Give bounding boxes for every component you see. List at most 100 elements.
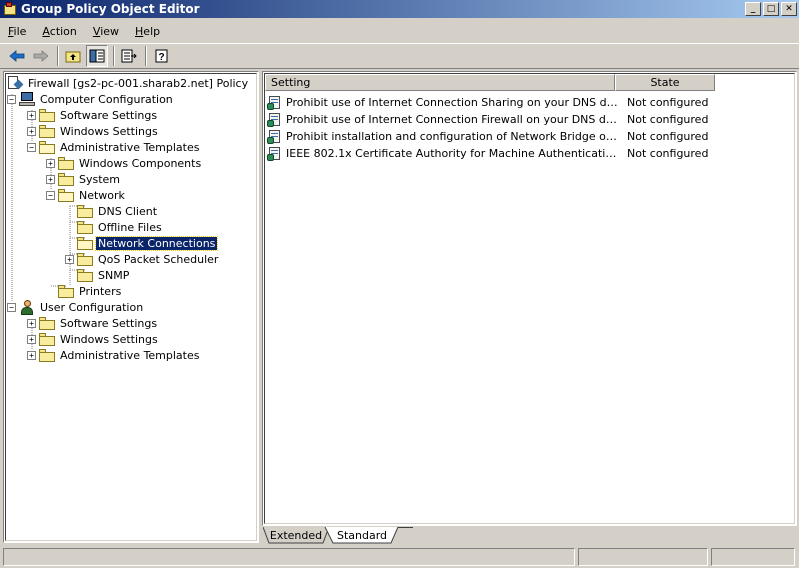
tree-item-printers[interactable]: Printers bbox=[46, 283, 123, 299]
tree-item-user-software-settings[interactable]: + Software Settings bbox=[27, 315, 159, 331]
tree-label: Offline Files bbox=[98, 220, 162, 234]
tree-item-offline-files[interactable]: Offline Files bbox=[65, 219, 164, 235]
user-icon bbox=[19, 299, 35, 315]
policy-setting-icon bbox=[267, 112, 283, 127]
status-panel-3 bbox=[711, 548, 795, 566]
tree-pane[interactable]: Firewall [gs2-pc-001.sharab2.net] Policy… bbox=[3, 71, 259, 543]
forward-arrow-icon bbox=[33, 50, 49, 62]
tree-item-administrative-templates[interactable]: − Administrative Templates bbox=[27, 139, 202, 155]
folder-icon bbox=[58, 156, 74, 170]
svg-text:?: ? bbox=[159, 52, 165, 63]
title-bar[interactable]: Group Policy Object Editor _ □ ✕ bbox=[0, 0, 799, 18]
folder-icon bbox=[58, 172, 74, 186]
tree-item-qos-packet-scheduler[interactable]: + QoS Packet Scheduler bbox=[65, 251, 220, 267]
tab-standard[interactable]: Standard bbox=[329, 527, 395, 544]
tree-item-user-administrative-templates[interactable]: + Administrative Templates bbox=[27, 347, 202, 363]
toolbar-separator bbox=[57, 46, 59, 66]
expand-icon[interactable]: + bbox=[46, 174, 55, 184]
collapse-icon[interactable]: − bbox=[46, 190, 55, 200]
collapse-icon[interactable]: − bbox=[27, 142, 36, 152]
folder-icon bbox=[58, 284, 74, 298]
setting-name: IEEE 802.1x Certificate Authority for Ma… bbox=[286, 147, 618, 160]
show-hide-tree-button[interactable] bbox=[86, 45, 108, 67]
tree-label-selected: Network Connections bbox=[94, 235, 219, 251]
gpedit-icon bbox=[3, 2, 17, 16]
tree-label: Firewall [gs2-pc-001.sharab2.net] Policy bbox=[28, 76, 249, 90]
toolbar: ? bbox=[0, 43, 799, 69]
tree-item-network[interactable]: − Network bbox=[46, 187, 127, 203]
settings-list: Setting State Prohibit use of Internet C… bbox=[264, 73, 795, 524]
tree-label: Windows Components bbox=[79, 156, 202, 170]
column-header-setting[interactable]: Setting bbox=[265, 74, 615, 91]
folder-icon bbox=[39, 316, 55, 330]
tree-item-snmp[interactable]: SNMP bbox=[65, 267, 131, 283]
tree-item-network-connections[interactable]: Network Connections bbox=[65, 235, 219, 251]
tree-label: Windows Settings bbox=[60, 124, 158, 138]
tree-label: User Configuration bbox=[40, 300, 144, 314]
collapse-icon[interactable]: − bbox=[7, 94, 16, 104]
menu-help-label: elp bbox=[143, 25, 161, 38]
open-folder-icon bbox=[58, 188, 74, 202]
policy-setting-icon bbox=[267, 129, 283, 144]
maximize-button[interactable]: □ bbox=[763, 2, 779, 16]
menu-action[interactable]: Action bbox=[34, 25, 84, 38]
list-item[interactable]: Prohibit installation and configuration … bbox=[267, 128, 708, 145]
setting-state: Not configured bbox=[627, 147, 709, 160]
menu-help[interactable]: Help bbox=[127, 25, 168, 38]
toolbar-separator bbox=[113, 46, 115, 66]
back-button[interactable] bbox=[6, 45, 28, 67]
export-list-button[interactable] bbox=[118, 45, 140, 67]
tree-label: Software Settings bbox=[60, 108, 158, 122]
folder-icon bbox=[39, 108, 55, 122]
tree-item-computer-configuration[interactable]: − Computer Configuration bbox=[7, 91, 175, 107]
tab-extended[interactable]: Extended bbox=[267, 527, 325, 544]
minimize-button[interactable]: _ bbox=[745, 2, 761, 16]
expand-icon[interactable]: + bbox=[27, 126, 36, 136]
tree-item-system[interactable]: + System bbox=[46, 171, 122, 187]
settings-list-pane[interactable]: Setting State Prohibit use of Internet C… bbox=[262, 71, 797, 526]
tree-label: Network bbox=[79, 188, 125, 202]
expand-icon[interactable]: + bbox=[27, 110, 36, 120]
tree-item-root-policy[interactable]: Firewall [gs2-pc-001.sharab2.net] Policy bbox=[7, 75, 250, 91]
tree-item-windows-components[interactable]: + Windows Components bbox=[46, 155, 203, 171]
expand-icon[interactable]: + bbox=[65, 254, 74, 264]
help-icon: ? bbox=[155, 49, 168, 63]
setting-state: Not configured bbox=[627, 130, 709, 143]
expand-icon[interactable]: + bbox=[27, 334, 36, 344]
folder-icon bbox=[77, 220, 93, 234]
status-panel-2 bbox=[578, 548, 708, 566]
up-one-level-button[interactable] bbox=[62, 45, 84, 67]
list-item[interactable]: Prohibit use of Internet Connection Fire… bbox=[267, 111, 708, 128]
tree-item-dns-client[interactable]: DNS Client bbox=[65, 203, 159, 219]
list-item[interactable]: Prohibit use of Internet Connection Shar… bbox=[267, 94, 708, 111]
tree-label: Administrative Templates bbox=[60, 348, 200, 362]
collapse-icon[interactable]: − bbox=[7, 302, 16, 312]
list-item[interactable]: IEEE 802.1x Certificate Authority for Ma… bbox=[267, 145, 708, 162]
menu-bar: File Action View Help bbox=[0, 22, 168, 41]
column-header-state[interactable]: State bbox=[615, 74, 715, 91]
open-folder-icon bbox=[39, 140, 55, 154]
close-button[interactable]: ✕ bbox=[781, 2, 797, 16]
tree-label: Computer Configuration bbox=[40, 92, 173, 106]
expand-icon[interactable]: + bbox=[46, 158, 55, 168]
tree-label: Windows Settings bbox=[60, 332, 158, 346]
tree-item-user-windows-settings[interactable]: + Windows Settings bbox=[27, 331, 160, 347]
computer-icon bbox=[19, 92, 35, 106]
tree-item-software-settings[interactable]: + Software Settings bbox=[27, 107, 159, 123]
tree-item-user-configuration[interactable]: − User Configuration bbox=[7, 299, 145, 315]
setting-name: Prohibit installation and configuration … bbox=[286, 130, 618, 143]
tree-view: Firewall [gs2-pc-001.sharab2.net] Policy… bbox=[5, 73, 257, 541]
help-button[interactable]: ? bbox=[150, 45, 172, 67]
expand-icon[interactable]: + bbox=[27, 350, 36, 360]
menu-file-label: ile bbox=[13, 25, 27, 38]
menu-file[interactable]: File bbox=[0, 25, 34, 38]
expand-icon[interactable]: + bbox=[27, 318, 36, 328]
setting-name: Prohibit use of Internet Connection Shar… bbox=[286, 96, 618, 109]
tree-item-windows-settings[interactable]: + Windows Settings bbox=[27, 123, 160, 139]
menu-view[interactable]: View bbox=[85, 25, 127, 38]
menu-action-label: ction bbox=[49, 25, 77, 38]
tree-label: DNS Client bbox=[98, 204, 158, 218]
forward-button[interactable] bbox=[30, 45, 52, 67]
tree-label: Software Settings bbox=[60, 316, 158, 330]
folder-icon bbox=[39, 332, 55, 346]
